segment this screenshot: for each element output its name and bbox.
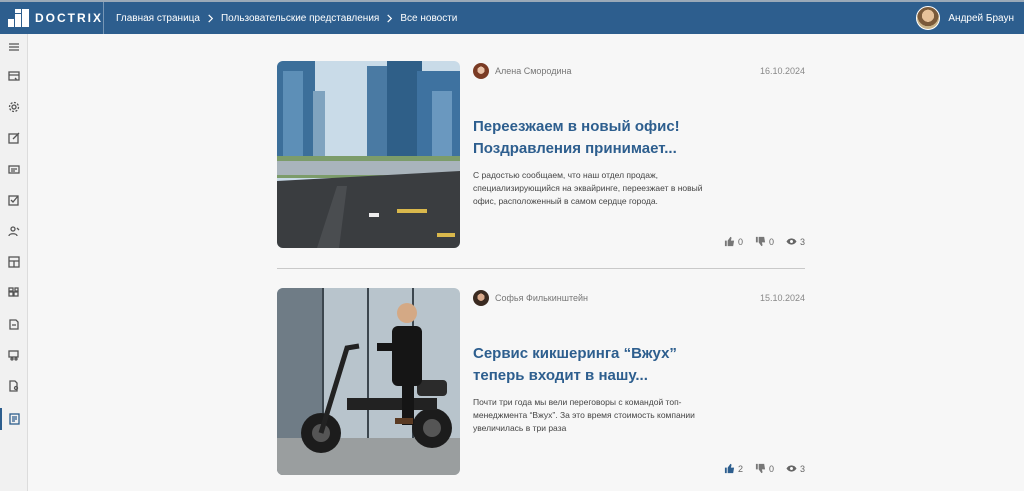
dislike-button[interactable]: 0 <box>755 463 774 474</box>
views: 3 <box>786 236 805 247</box>
chevron-right-icon <box>208 13 214 23</box>
post-excerpt: Почти три года мы вели переговоры с кома… <box>473 397 695 433</box>
post-stats: 2 0 3 <box>712 463 805 474</box>
post-date: 16.10.2024 <box>759 66 805 76</box>
sidebar <box>0 34 28 491</box>
dislike-count: 0 <box>768 463 774 474</box>
eye-icon <box>786 238 797 245</box>
post-author[interactable]: Софья Филькинштейн <box>473 290 588 306</box>
inbox-icon <box>8 71 20 81</box>
logo[interactable]: DOCTRIX <box>0 2 104 34</box>
avatar <box>473 63 489 79</box>
news-image-office[interactable] <box>277 61 460 248</box>
document-icon <box>9 319 19 330</box>
car-icon <box>8 350 19 361</box>
user-menu[interactable]: Андрей Браун <box>916 6 1014 30</box>
like-count: 2 <box>737 463 743 474</box>
breadcrumb: Главная страница Пользовательские предст… <box>104 13 457 24</box>
users-icon <box>8 226 20 237</box>
breadcrumb-custom-views[interactable]: Пользовательские представления <box>221 13 379 24</box>
layout-icon <box>8 256 20 268</box>
grid-icon <box>8 287 19 297</box>
sidebar-item-inbox[interactable] <box>0 65 28 87</box>
eye-icon <box>786 465 797 472</box>
post-stats: 0 0 3 <box>712 236 805 247</box>
sidebar-item-grid[interactable] <box>0 282 28 304</box>
card-icon <box>8 165 20 174</box>
post-title[interactable]: Переезжаем в новый офис! Поздравления пр… <box>473 116 703 160</box>
sidebar-item-users[interactable] <box>0 220 28 242</box>
logo-text: DOCTRIX <box>35 11 103 25</box>
checkbox-icon <box>8 195 19 206</box>
thumbs-down-icon <box>755 236 766 247</box>
user-name: Андрей Браун <box>948 12 1014 24</box>
avatar <box>473 290 489 306</box>
like-button[interactable]: 0 <box>724 236 743 247</box>
sidebar-item-file-search[interactable] <box>0 375 28 397</box>
post-title[interactable]: Сервис кикшеринга “Вжух” теперь входит в… <box>473 343 703 387</box>
avatar <box>916 6 941 30</box>
sidebar-item-tasks[interactable] <box>0 189 28 211</box>
sidebar-item-settings[interactable] <box>0 96 28 118</box>
view-count: 3 <box>799 463 805 474</box>
author-name: Алена Смородина <box>495 66 572 76</box>
logo-mark-icon <box>8 9 29 27</box>
thumbs-down-icon <box>755 463 766 474</box>
sidebar-item-news[interactable] <box>0 408 28 430</box>
gear-icon <box>8 101 20 113</box>
post-date: 15.10.2024 <box>759 293 805 303</box>
like-count: 0 <box>737 236 743 247</box>
author-name: Софья Филькинштейн <box>495 293 588 303</box>
dislike-button[interactable]: 0 <box>755 236 774 247</box>
news-image-scooter[interactable] <box>277 288 460 475</box>
thumbs-up-icon <box>724 236 735 247</box>
view-count: 3 <box>799 236 805 247</box>
menu-toggle[interactable] <box>0 36 28 58</box>
post-author[interactable]: Алена Смородина <box>473 63 572 79</box>
news-card[interactable]: Софья Филькинштейн 15.10.2024 Сервис кик… <box>277 288 805 478</box>
top-bar: DOCTRIX Главная страница Пользовательски… <box>0 0 1024 34</box>
file-search-icon <box>9 380 19 392</box>
breadcrumb-all-news[interactable]: Все новости <box>400 13 457 24</box>
news-card[interactable]: Алена Смородина 16.10.2024 Переезжаем в … <box>277 61 805 251</box>
chevron-right-icon <box>387 13 393 23</box>
dislike-count: 0 <box>768 236 774 247</box>
sidebar-item-edit[interactable] <box>0 127 28 149</box>
sidebar-item-layout[interactable] <box>0 251 28 273</box>
menu-icon <box>9 43 19 51</box>
news-icon <box>9 413 20 425</box>
divider <box>277 268 805 269</box>
sidebar-item-cards[interactable] <box>0 158 28 180</box>
thumbs-up-icon <box>724 463 735 474</box>
edit-icon <box>8 132 20 144</box>
post-excerpt: С радостью сообщаем, что наш отдел прода… <box>473 170 703 206</box>
sidebar-item-documents[interactable] <box>0 313 28 335</box>
views: 3 <box>786 463 805 474</box>
breadcrumb-home[interactable]: Главная страница <box>116 13 200 24</box>
sidebar-item-transport[interactable] <box>0 344 28 366</box>
like-button[interactable]: 2 <box>724 463 743 474</box>
